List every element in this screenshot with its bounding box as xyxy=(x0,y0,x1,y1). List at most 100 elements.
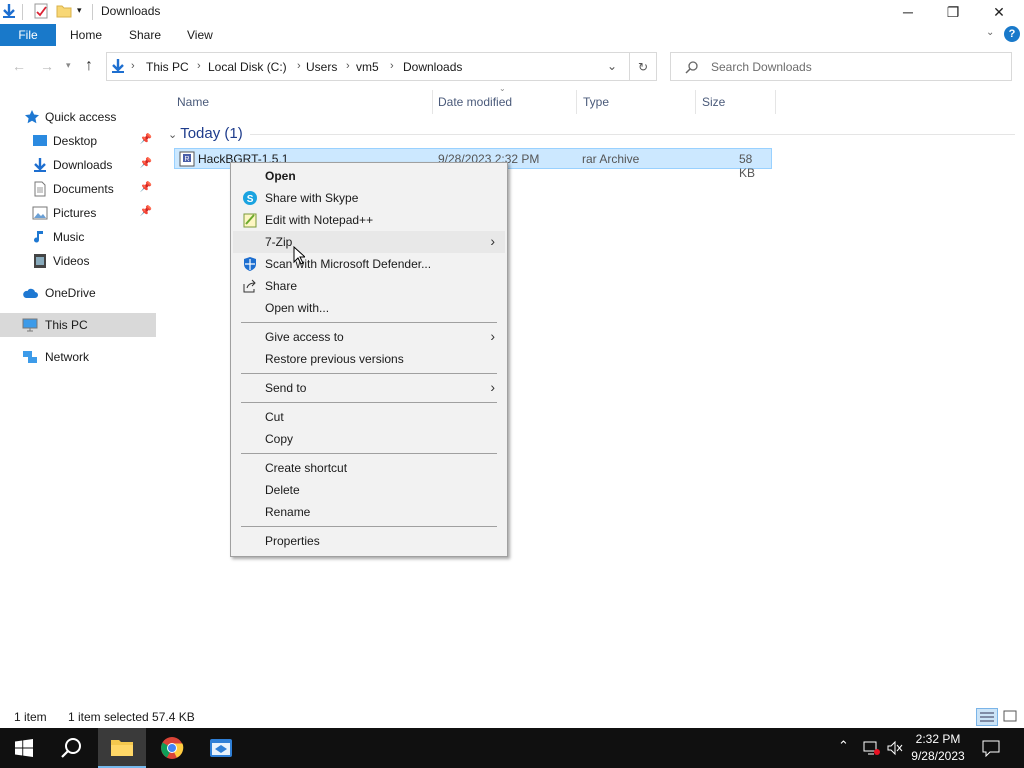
breadcrumb-this-pc[interactable]: This PC xyxy=(146,60,189,74)
minimize-button[interactable]: ─ xyxy=(885,0,931,24)
menu-item-properties[interactable]: Properties xyxy=(233,530,505,552)
menu-item-rename[interactable]: Rename xyxy=(233,501,505,523)
start-button[interactable] xyxy=(0,728,48,768)
search-icon xyxy=(61,738,81,758)
quick-access-dropdown-icon[interactable]: ▾ xyxy=(77,5,82,16)
sidebar-item-this-pc[interactable]: This PC xyxy=(0,313,156,337)
clock-date[interactable]: 9/28/2023 xyxy=(903,749,973,763)
menu-item-delete[interactable]: Delete xyxy=(233,479,505,501)
tab-view[interactable]: View xyxy=(187,28,213,42)
network-icon xyxy=(23,351,37,363)
network-status-icon[interactable] xyxy=(862,740,880,756)
menu-item-label: Send to xyxy=(265,381,307,395)
search-button[interactable] xyxy=(48,728,96,768)
chevron-right-icon[interactable]: › xyxy=(390,60,394,72)
clock-time[interactable]: 2:32 PM xyxy=(903,732,973,746)
sidebar-item-label: Network xyxy=(45,350,90,364)
column-divider[interactable] xyxy=(432,90,433,114)
sidebar-item-onedrive[interactable]: OneDrive xyxy=(0,281,156,305)
chevron-right-icon[interactable]: › xyxy=(297,60,301,72)
menu-item-label: Share xyxy=(265,279,298,293)
menu-item-restore-previous-versions[interactable]: Restore previous versions xyxy=(233,348,505,370)
address-dropdown-icon[interactable]: ⌄ xyxy=(607,59,617,73)
search-input[interactable]: Search Downloads xyxy=(670,52,1012,81)
menu-item-scan-with-defender[interactable]: Scan with Microsoft Defender... xyxy=(233,253,505,275)
show-hidden-icons-icon[interactable]: ⌃ xyxy=(838,738,849,754)
properties-icon[interactable] xyxy=(33,3,49,19)
sidebar-item-pictures[interactable]: Pictures 📌 xyxy=(0,201,156,225)
expand-ribbon-icon[interactable]: ⌄ xyxy=(986,27,994,38)
share-icon xyxy=(243,279,256,293)
column-divider[interactable] xyxy=(695,90,696,114)
column-header-size[interactable]: Size xyxy=(702,95,725,109)
menu-item-label: Give access to xyxy=(265,330,344,344)
app-icon xyxy=(210,739,232,757)
recent-locations-icon[interactable]: ▾ xyxy=(66,60,71,71)
chevron-right-icon[interactable]: › xyxy=(131,60,135,72)
menu-item-open[interactable]: Open xyxy=(233,165,505,187)
menu-item-open-with[interactable]: Open with... xyxy=(233,297,505,319)
back-arrow-icon[interactable]: ← xyxy=(12,58,26,74)
sidebar-item-desktop[interactable]: Desktop 📌 xyxy=(0,129,156,153)
breadcrumb-vm5[interactable]: vm5 xyxy=(356,60,379,74)
column-header-date-modified[interactable]: Date modified xyxy=(438,95,512,109)
notifications-icon[interactable] xyxy=(982,739,1000,757)
tab-share[interactable]: Share xyxy=(129,28,161,42)
details-view-button[interactable] xyxy=(976,708,998,726)
menu-item-label: Edit with Notepad++ xyxy=(265,213,374,227)
close-button[interactable]: ✕ xyxy=(976,0,1022,24)
menu-item-share-with-skype[interactable]: S Share with Skype xyxy=(233,187,505,209)
large-icons-view-button[interactable] xyxy=(1001,708,1021,726)
menu-item-share[interactable]: Share xyxy=(233,275,505,297)
menu-item-give-access-to[interactable]: Give access to › xyxy=(233,326,505,348)
search-icon xyxy=(685,61,698,74)
taskbar-app[interactable] xyxy=(197,728,245,768)
column-header-name[interactable]: Name xyxy=(177,95,209,109)
group-header[interactable]: ⌄ Today (1) xyxy=(168,125,243,142)
sidebar-item-downloads[interactable]: Downloads 📌 xyxy=(0,153,156,177)
new-folder-icon[interactable] xyxy=(56,3,72,19)
sidebar-item-documents[interactable]: Documents 📌 xyxy=(0,177,156,201)
submenu-arrow-icon: › xyxy=(490,328,495,344)
menu-item-7-zip[interactable]: 7-Zip › xyxy=(233,231,505,253)
sidebar-item-quick-access[interactable]: Quick access xyxy=(0,105,156,129)
taskbar-file-explorer[interactable] xyxy=(98,728,146,768)
sidebar-item-music[interactable]: Music xyxy=(0,225,156,249)
pin-icon: 📌 xyxy=(139,206,152,217)
taskbar-chrome[interactable] xyxy=(148,728,196,768)
up-arrow-icon[interactable]: ↑ xyxy=(85,57,93,75)
sidebar-item-network[interactable]: Network xyxy=(0,345,156,369)
breadcrumb-local-disk[interactable]: Local Disk (C:) xyxy=(208,60,287,74)
breadcrumb-users[interactable]: Users xyxy=(306,60,337,74)
column-header-type[interactable]: Type xyxy=(583,95,609,109)
menu-item-label: Scan with Microsoft Defender... xyxy=(265,257,432,271)
skype-icon: S xyxy=(243,191,257,205)
refresh-button[interactable]: ↻ xyxy=(630,52,657,81)
sidebar-item-label: OneDrive xyxy=(45,286,96,300)
chevron-right-icon[interactable]: › xyxy=(197,60,201,72)
column-divider[interactable] xyxy=(576,90,577,114)
chevron-right-icon[interactable]: › xyxy=(346,60,350,72)
sidebar-item-label: This PC xyxy=(45,318,88,332)
menu-item-send-to[interactable]: Send to › xyxy=(233,377,505,399)
menu-item-copy[interactable]: Copy xyxy=(233,428,505,450)
document-icon xyxy=(34,181,46,197)
volume-muted-icon[interactable] xyxy=(886,740,904,756)
restore-button[interactable]: ❐ xyxy=(930,0,976,24)
menu-item-label: Share with Skype xyxy=(265,191,359,205)
file-explorer-icon xyxy=(111,740,133,756)
help-icon[interactable]: ? xyxy=(1004,26,1020,42)
sidebar-item-videos[interactable]: Videos xyxy=(0,249,156,273)
group-label: Today (1) xyxy=(180,125,243,142)
breadcrumb-downloads[interactable]: Downloads xyxy=(403,60,462,74)
menu-item-cut[interactable]: Cut xyxy=(233,406,505,428)
menu-item-create-shortcut[interactable]: Create shortcut xyxy=(233,457,505,479)
file-tab[interactable]: File xyxy=(0,24,56,46)
forward-arrow-icon[interactable]: → xyxy=(40,58,54,74)
menu-item-label: Create shortcut xyxy=(265,461,348,475)
column-divider[interactable] xyxy=(775,90,776,114)
window-title: Downloads xyxy=(101,4,161,18)
address-bar[interactable]: › This PC › Local Disk (C:) › Users › vm… xyxy=(106,52,630,81)
tab-home[interactable]: Home xyxy=(70,28,102,42)
menu-item-edit-with-notepad-plus-plus[interactable]: Edit with Notepad++ xyxy=(233,209,505,231)
